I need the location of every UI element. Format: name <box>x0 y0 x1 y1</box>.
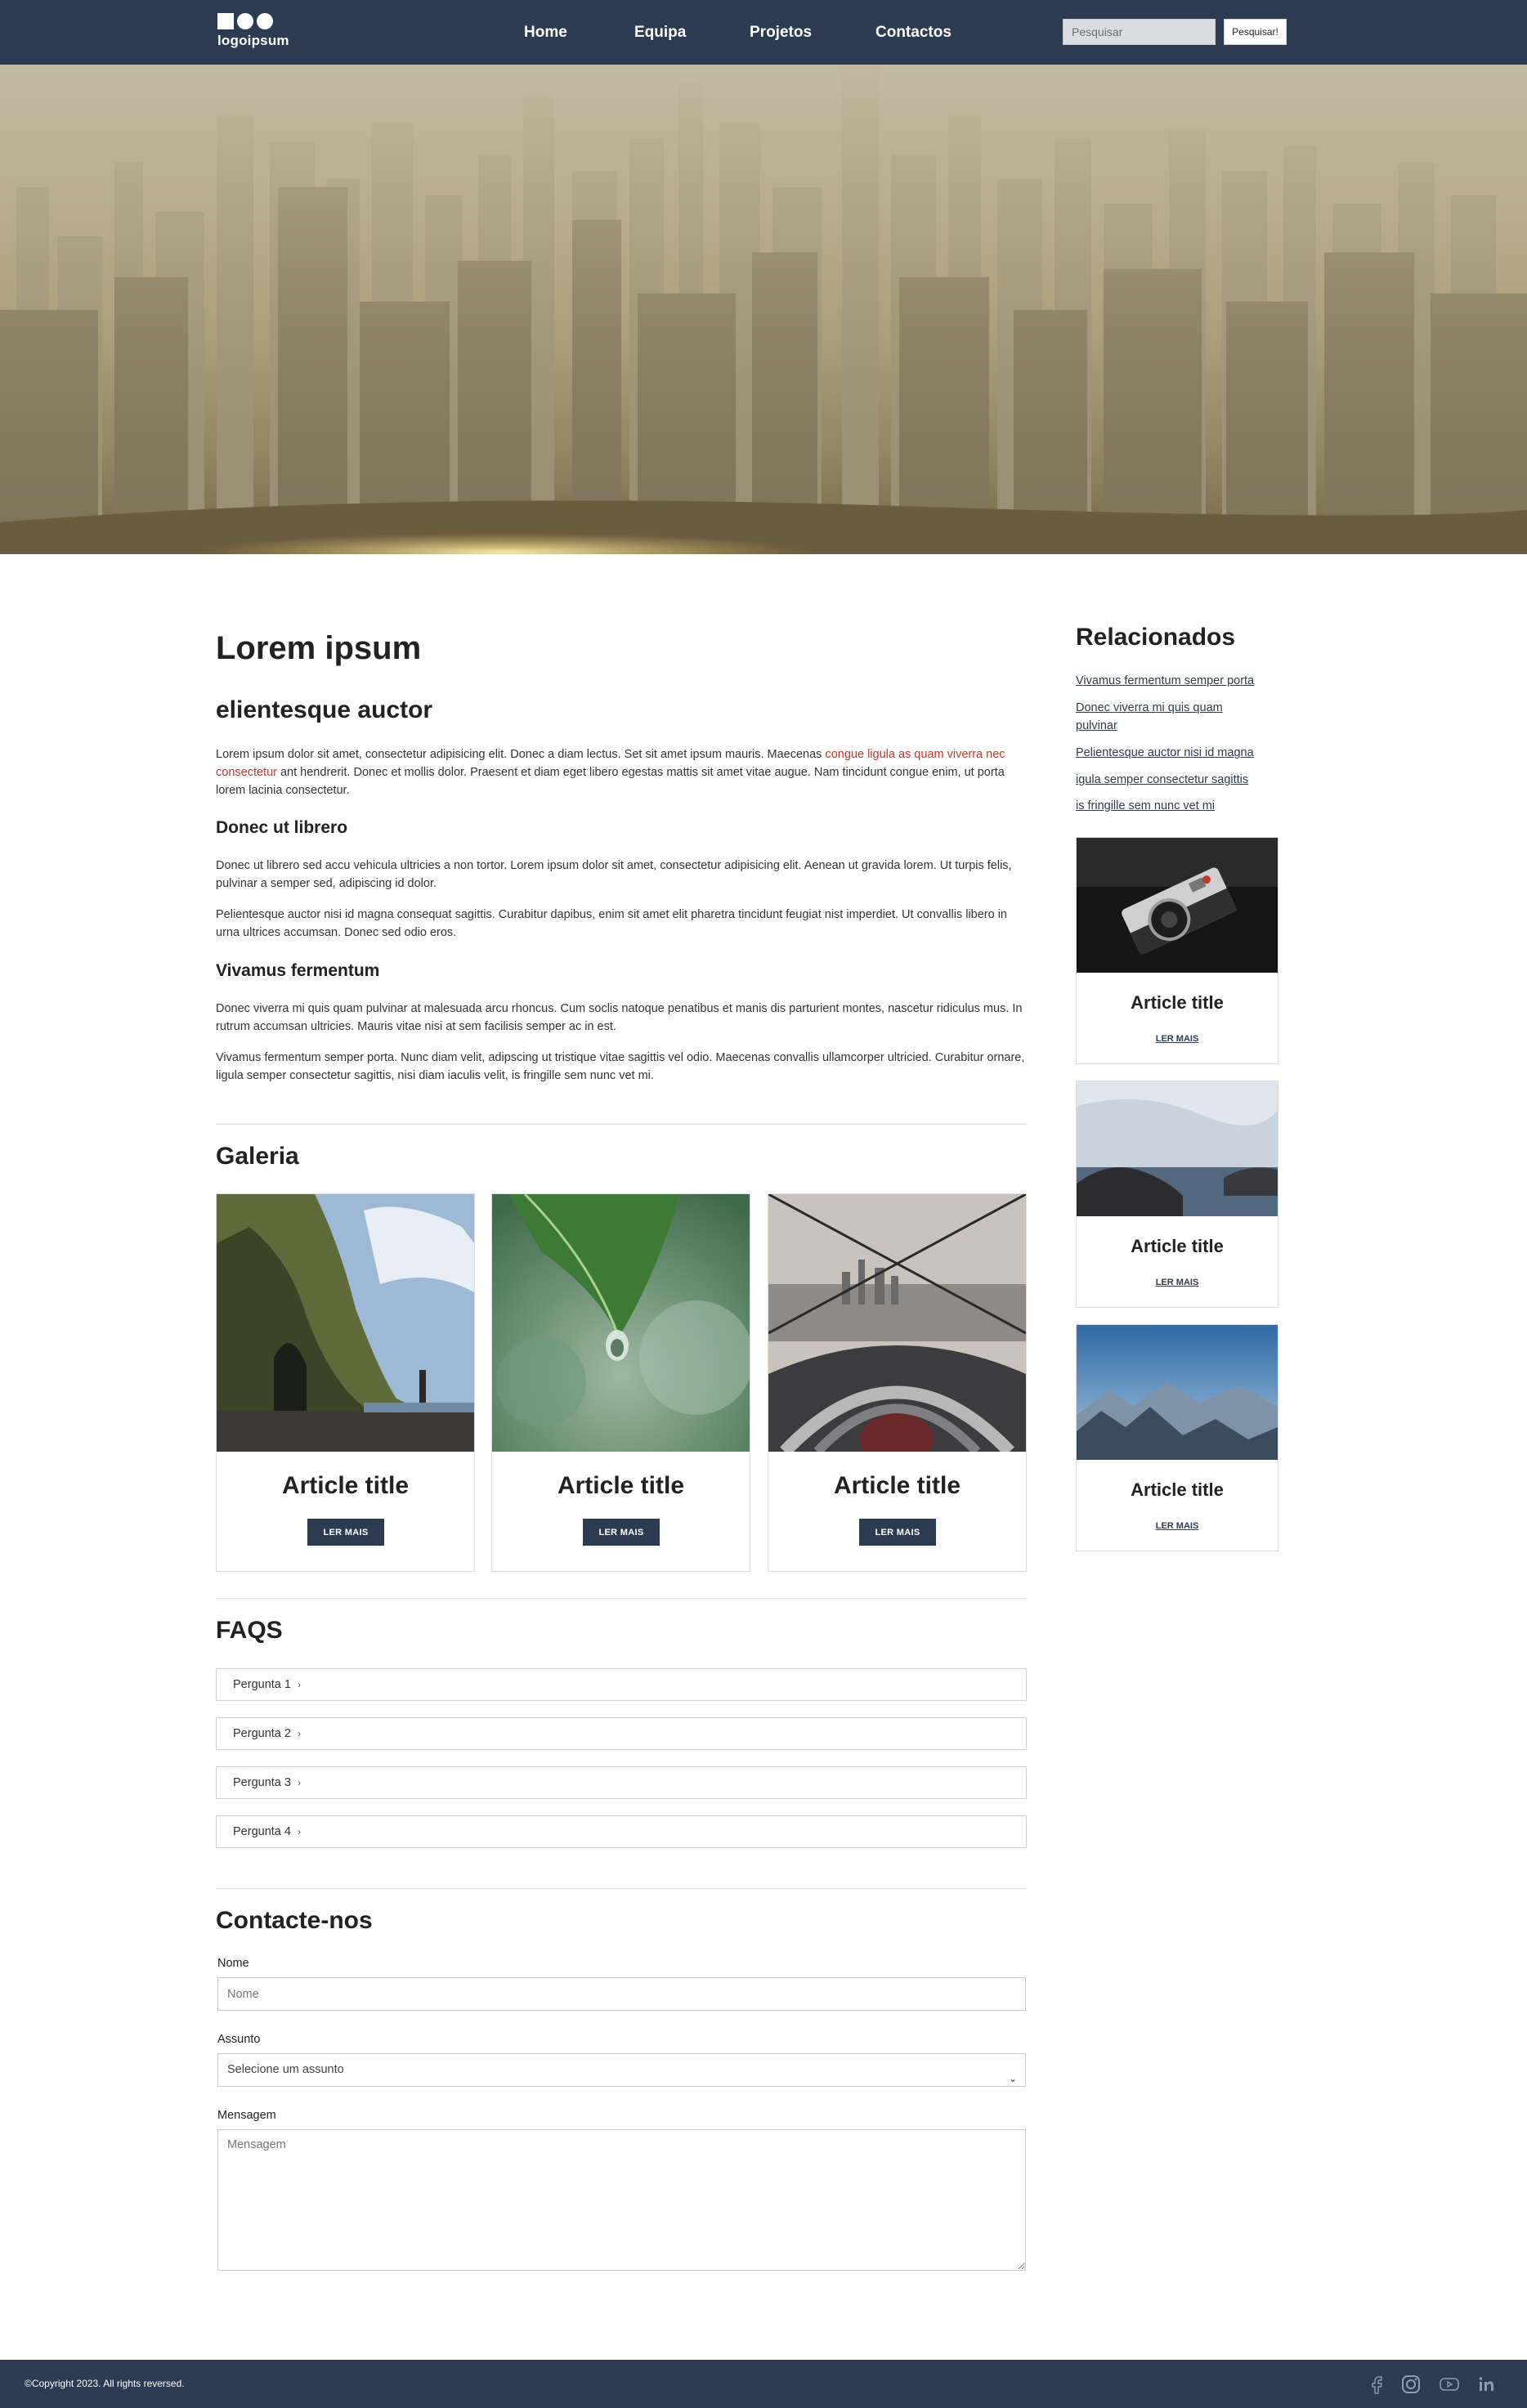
intro-text-end: ant hendrerit. Donec et mollis dolor. Pr… <box>216 766 1005 797</box>
name-field[interactable] <box>217 1977 1026 2011</box>
read-more-link[interactable]: LER MAIS <box>1077 1278 1278 1287</box>
nav-home[interactable]: Home <box>524 0 567 65</box>
faq-question: Pergunta 2 <box>233 1727 291 1740</box>
contact-title: Contacte-nos <box>216 1907 373 1934</box>
related-image-coast <box>1077 1081 1278 1216</box>
related-link[interactable]: is fringille sem nunc vet mi <box>1076 797 1280 815</box>
section1-title: Donec ut librero <box>216 818 348 837</box>
divider <box>216 1888 1027 1889</box>
related-link[interactable]: Donec viverra mi quis quam pulvinar <box>1076 699 1247 735</box>
faq-item[interactable]: Pergunta 4 › <box>216 1815 1027 1848</box>
section2-title: Vivamus fermentum <box>216 961 380 980</box>
chevron-right-icon: › <box>297 1826 301 1837</box>
chevron-right-icon: › <box>297 1679 301 1690</box>
read-more-link[interactable]: LER MAIS <box>1077 1034 1278 1044</box>
related-link[interactable]: igula semper consectetur sagittis <box>1076 771 1280 789</box>
nav-contactos[interactable]: Contactos <box>875 0 952 65</box>
instagram-icon[interactable] <box>1400 2374 1422 2395</box>
read-more-button[interactable]: LER MAIS <box>307 1519 384 1546</box>
related-card-title: Article title <box>1131 1236 1224 1256</box>
read-more-link[interactable]: LER MAIS <box>1077 1521 1278 1531</box>
subject-label: Assunto <box>217 2033 261 2046</box>
gallery-image-city-view <box>768 1194 1026 1452</box>
logo-text: logoipsum <box>217 33 289 48</box>
read-more-button[interactable]: LER MAIS <box>583 1519 660 1546</box>
gallery-card: Article title LER MAIS <box>491 1193 750 1572</box>
gallery-card: Article title LER MAIS <box>216 1193 475 1572</box>
hero-image <box>0 65 1527 554</box>
related-card: Article title LER MAIS <box>1076 1324 1278 1551</box>
section2-paragraph-1: Donec viverra mi quis quam pulvinar at m… <box>216 1002 1023 1033</box>
faq-question: Pergunta 3 <box>233 1776 291 1789</box>
gallery-card: Article title LER MAIS <box>768 1193 1027 1572</box>
faq-question: Pergunta 1 <box>233 1678 291 1691</box>
related-link[interactable]: Vivamus fermentum semper porta <box>1076 672 1280 690</box>
page-title: Lorem ipsum <box>216 630 422 666</box>
hero-cityscape <box>0 65 1527 554</box>
sidebar-title: Relacionados <box>1076 624 1236 651</box>
faqs-title: FAQS <box>216 1617 283 1644</box>
logo[interactable]: logoipsum <box>216 11 306 52</box>
name-label: Nome <box>217 1957 249 1970</box>
search-button[interactable]: Pesquisar! <box>1224 19 1287 45</box>
intro-text-start: Lorem ipsum dolor sit amet, consectetur … <box>216 748 826 761</box>
youtube-icon[interactable] <box>1439 2374 1460 2395</box>
related-card-title: Article title <box>1131 1479 1224 1500</box>
faq-item[interactable]: Pergunta 3 › <box>216 1766 1027 1799</box>
faq-item[interactable]: Pergunta 1 › <box>216 1668 1027 1701</box>
search-input[interactable] <box>1063 19 1216 45</box>
intro-paragraph: Lorem ipsum dolor sit amet, consectetur … <box>216 745 1025 799</box>
gallery-title: Galeria <box>216 1143 299 1170</box>
message-field[interactable] <box>217 2129 1026 2271</box>
nav-projetos[interactable]: Projetos <box>750 0 812 65</box>
facebook-icon[interactable] <box>1367 2374 1388 2395</box>
related-image-mountains <box>1077 1325 1278 1460</box>
logo-mark <box>217 13 273 29</box>
chevron-down-icon: ⌄ <box>1008 2073 1017 2084</box>
gallery-card-title: Article title <box>833 1472 961 1499</box>
gallery-image-leaf <box>492 1194 750 1452</box>
faq-question: Pergunta 4 <box>233 1825 291 1838</box>
gallery-card-title: Article title <box>557 1472 685 1499</box>
chevron-right-icon: › <box>297 1728 301 1739</box>
related-card: Article title LER MAIS <box>1076 1081 1278 1308</box>
related-card-title: Article title <box>1131 992 1224 1013</box>
related-link[interactable]: Pelientesque auctor nisi id magna <box>1076 744 1280 762</box>
linkedin-icon[interactable] <box>1476 2374 1498 2395</box>
site-footer: ©Copyright 2023. All rights reversed. <box>0 2360 1527 2408</box>
faq-item[interactable]: Pergunta 2 › <box>216 1717 1027 1750</box>
chevron-right-icon: › <box>297 1777 301 1788</box>
related-image-camera <box>1077 838 1278 973</box>
divider <box>216 1124 1027 1125</box>
gallery-card-title: Article title <box>281 1472 410 1499</box>
read-more-button[interactable]: LER MAIS <box>859 1519 936 1546</box>
nav-equipa[interactable]: Equipa <box>634 0 686 65</box>
section1-paragraph-1: Donec ut librero sed accu vehicula ultri… <box>216 859 1012 890</box>
message-label: Mensagem <box>217 2109 276 2122</box>
page-subtitle: elientesque auctor <box>216 696 433 723</box>
related-card: Article title LER MAIS <box>1076 837 1278 1064</box>
site-header: logoipsum Home Equipa Projetos Contactos… <box>0 0 1527 65</box>
subject-selected-value: Selecione um assunto <box>227 2063 344 2076</box>
gallery-image-cliff <box>217 1194 474 1452</box>
subject-select[interactable]: Selecione um assunto ⌄ <box>217 2053 1026 2087</box>
copyright-text: ©Copyright 2023. All rights reversed. <box>25 2378 185 2389</box>
section2-paragraph-2: Vivamus fermentum semper porta. Nunc dia… <box>216 1051 1025 1082</box>
divider <box>216 1598 1027 1599</box>
section1-paragraph-2: Pelientesque auctor nisi id magna conseq… <box>216 908 1007 939</box>
